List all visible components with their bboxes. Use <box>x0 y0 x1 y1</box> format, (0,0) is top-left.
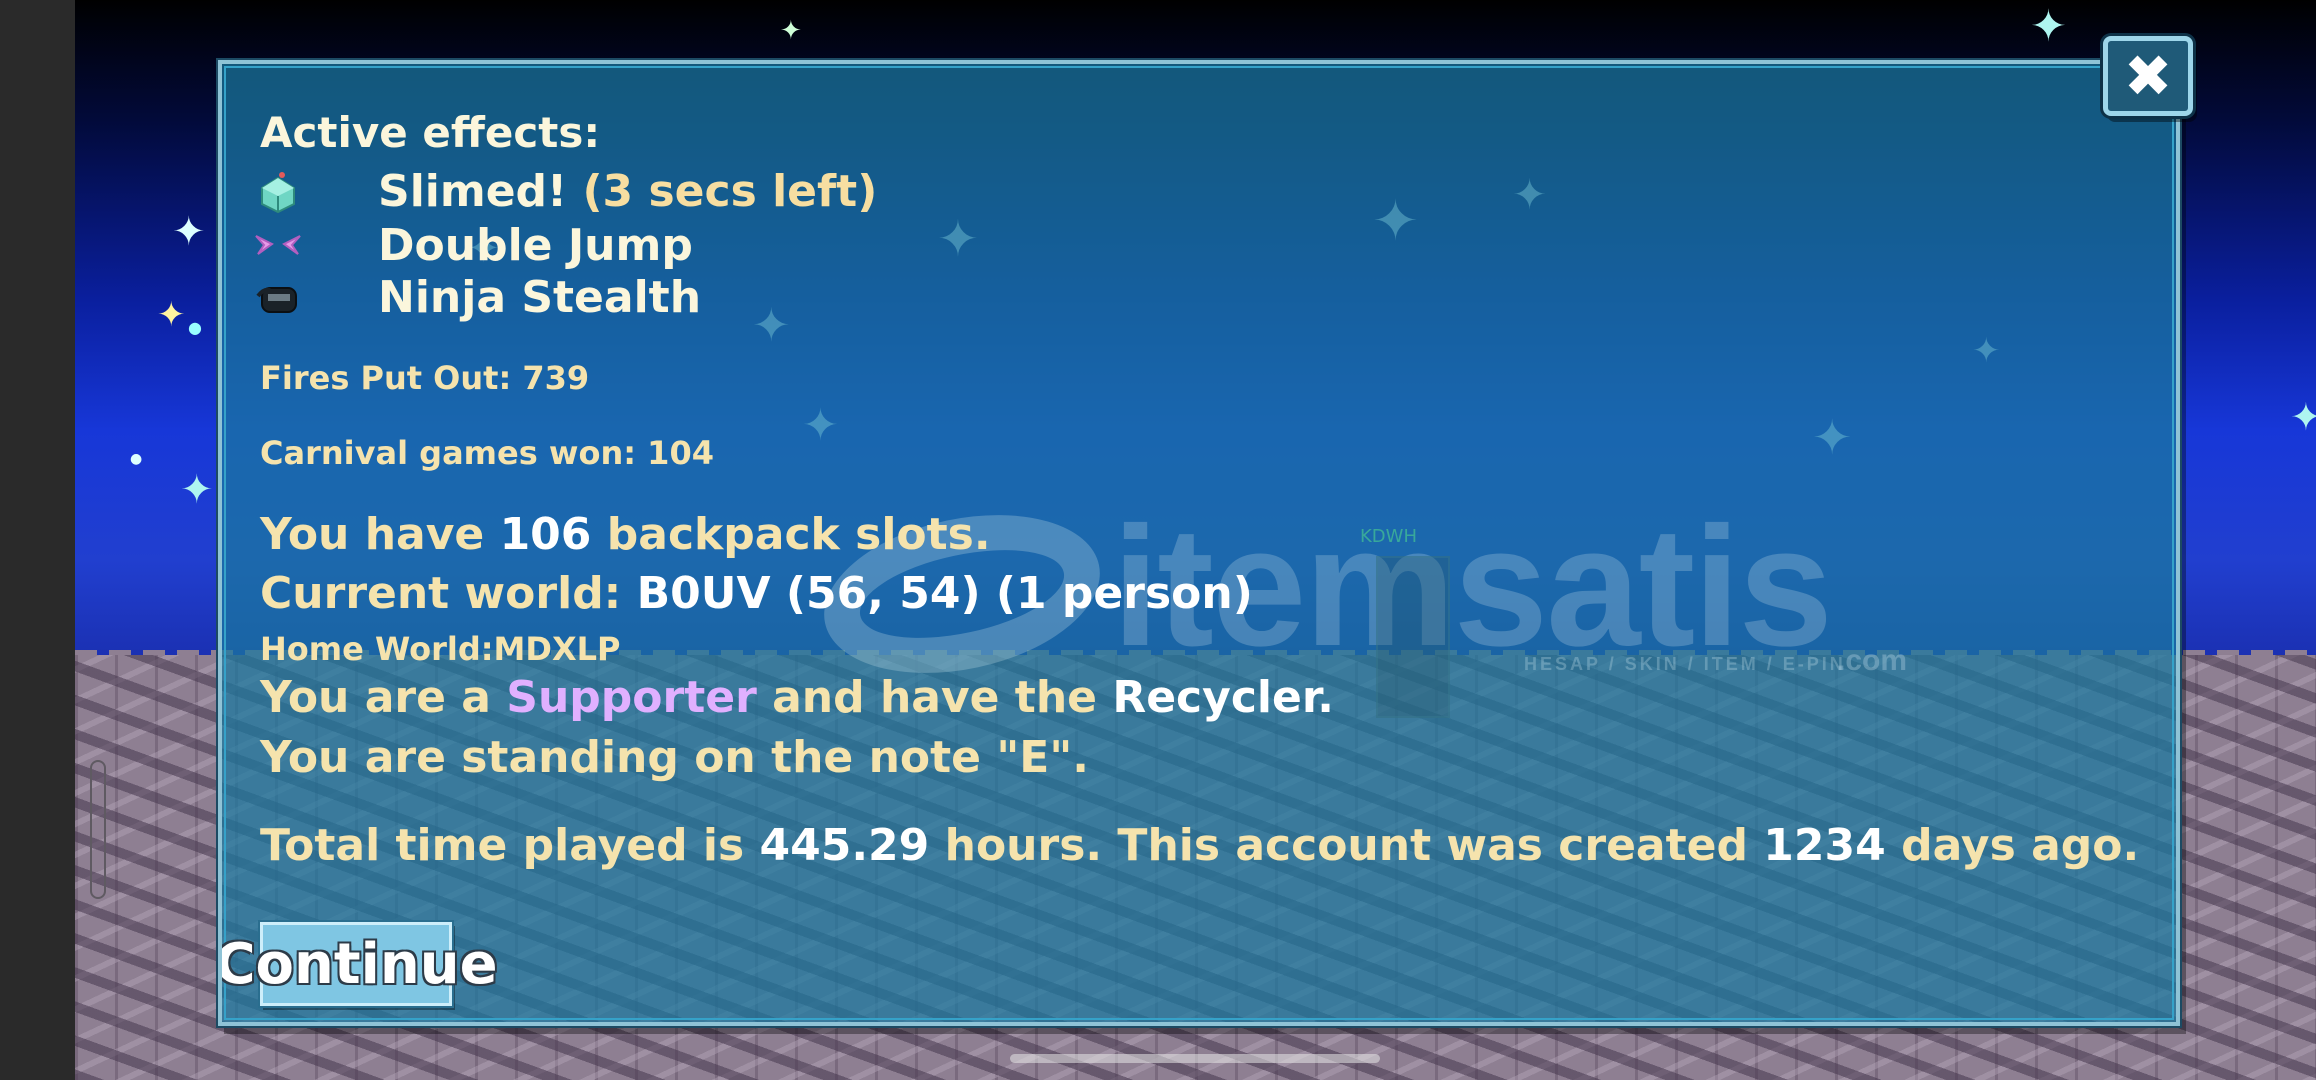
supporter-line: You are a Supporter and have the Recycle… <box>260 672 1334 723</box>
supporter-middle: and have the <box>772 672 1097 723</box>
backpack-slots-line: You have 106 backpack slots. <box>260 509 991 560</box>
star-icon: ✦ <box>752 298 791 352</box>
star-icon: ✦ <box>1372 189 1419 254</box>
star-icon: ✦ <box>937 210 979 268</box>
effect-ninja-stealth-label: Ninja Stealth <box>378 272 702 323</box>
star-icon: ✦ <box>180 467 214 513</box>
note-line: You are standing on the note "E". <box>260 732 1089 783</box>
player-name-tag: KDWH <box>1360 526 1417 547</box>
effect-time-left: (3 secs left) <box>582 166 878 217</box>
star-icon: ● <box>188 318 202 337</box>
continue-button[interactable]: Continue <box>222 922 498 1006</box>
star-icon: ✦ <box>1812 410 1853 466</box>
star-icon: ✦ <box>2290 395 2316 439</box>
star-icon: ✦ <box>172 209 206 255</box>
supporter-role: Supporter <box>506 672 757 723</box>
current-world-value: B0UV (56, 54) (1 person) <box>636 568 1253 619</box>
fires-put-out-stat: Fires Put Out: 739 <box>260 359 590 397</box>
star-icon: ✦ <box>1972 331 2001 371</box>
backpack-suffix: backpack slots. <box>606 509 991 560</box>
home-world-line: Home World:MDXLP <box>260 630 621 668</box>
playtime-prefix: Total time played is <box>260 820 745 871</box>
backpack-prefix: You have <box>260 509 485 560</box>
effect-name: Slimed! <box>378 166 568 217</box>
star-icon: ✦ <box>157 295 186 335</box>
player-info-dialog: ✦ ✦ ✦ ✦ ✦ ✦ ✦ ✦ itemsatis HESAP / SKIN /… <box>218 60 2180 1026</box>
star-icon: ✦ <box>2030 1 2067 52</box>
close-button[interactable]: ✖ <box>2103 36 2193 116</box>
backpack-count: 106 <box>499 509 592 560</box>
watermark-domain: .com <box>1837 644 1908 677</box>
effect-double-jump-label: Double Jump <box>378 220 693 271</box>
home-indicator-bar[interactable] <box>1010 1054 1380 1063</box>
playtime-middle: hours. This account was created <box>944 820 1748 871</box>
player-character: KDWH <box>1352 526 1482 718</box>
playtime-hours: 445.29 <box>759 820 930 871</box>
supporter-item: Recycler. <box>1112 672 1334 723</box>
close-icon: ✖ <box>2123 42 2173 110</box>
double-jump-wings-icon <box>255 235 301 255</box>
side-scroll-handle[interactable] <box>90 760 106 899</box>
current-world-line: Current world: B0UV (56, 54) (1 person) <box>260 568 1253 619</box>
star-icon: ✦ <box>1512 170 1548 219</box>
star-icon: ● <box>130 451 143 467</box>
current-world-prefix: Current world: <box>260 568 622 619</box>
slime-icon <box>261 172 295 214</box>
star-icon: ✦ <box>802 400 839 451</box>
playtime-suffix: days ago. <box>1901 820 2140 871</box>
device-left-bezel <box>0 0 75 1080</box>
effect-slimed-label: Slimed! (3 secs left) <box>378 166 877 217</box>
effects-title: Active effects: <box>260 108 601 157</box>
player-sprite <box>1376 556 1450 718</box>
supporter-prefix: You are a <box>260 672 491 723</box>
carnival-games-stat: Carnival games won: 104 <box>260 434 714 472</box>
ninja-stealth-icon <box>256 287 297 313</box>
playtime-line: Total time played is 445.29 hours. This … <box>260 820 2139 871</box>
star-icon: ✦ <box>780 16 802 46</box>
account-age-days: 1234 <box>1763 820 1886 871</box>
watermark-subtext: HESAP / SKIN / ITEM / E-PIN <box>1524 654 1846 674</box>
